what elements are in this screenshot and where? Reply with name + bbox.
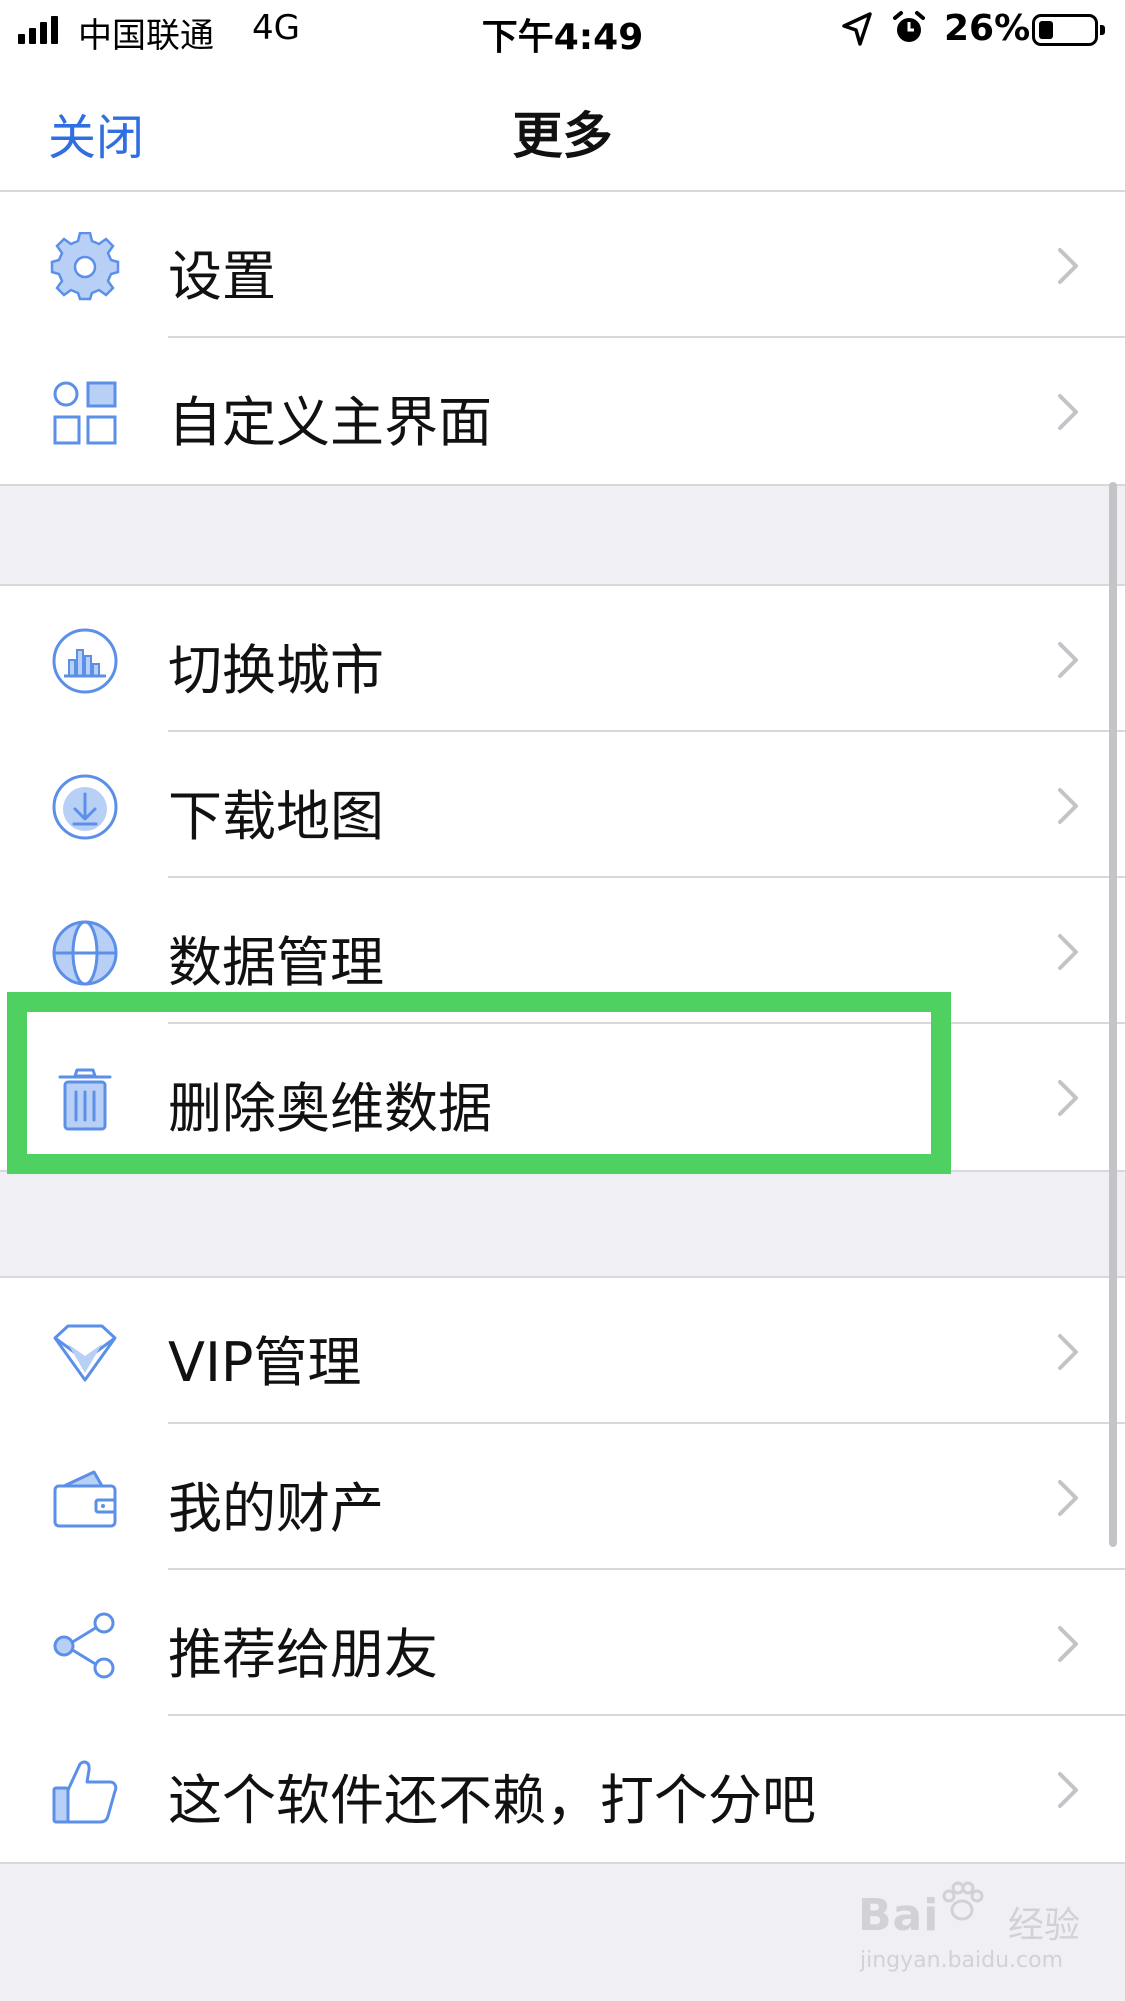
page-title: 更多 [512, 107, 613, 165]
menu-item-label: 删除奥维数据 [168, 1077, 492, 1140]
menu-item-delete-ovi-data[interactable]: 删除奥维数据 [0, 1024, 1125, 1170]
chevron-right-icon [1058, 1626, 1078, 1662]
paw-icon [942, 1881, 984, 1921]
watermark-brand: Bai [858, 1890, 940, 1941]
menu-item-label: 自定义主界面 [168, 391, 492, 454]
alarm-icon [893, 11, 925, 42]
diamond-icon [53, 1324, 117, 1382]
menu-item-settings[interactable]: 设置 [0, 192, 1125, 338]
menu-item-rate-app[interactable]: 这个软件还不赖，打个分吧 [0, 1716, 1125, 1862]
chevron-right-icon [1058, 1480, 1078, 1516]
menu-item-label: 我的财产 [168, 1477, 384, 1540]
chevron-right-icon [1058, 934, 1078, 970]
globe-icon [52, 920, 118, 986]
menu-item-download-map[interactable]: 下载地图 [0, 732, 1125, 878]
menu-item-vip-management[interactable]: VIP管理 [0, 1278, 1125, 1424]
watermark-url: jingyan.baidu.com [860, 1948, 1064, 1973]
menu-item-label: 切换城市 [168, 639, 384, 702]
chevron-right-icon [1058, 788, 1078, 824]
city-icon [52, 628, 118, 694]
menu-item-recommend-to-friends[interactable]: 推荐给朋友 [0, 1570, 1125, 1716]
menu-item-customize-home[interactable]: 自定义主界面 [0, 338, 1125, 484]
trash-icon [58, 1068, 112, 1131]
settings-group: 设置 自定义主界面 [0, 192, 1125, 486]
status-bar: 中国联通 4G 下午4:49 26% [0, 0, 1125, 60]
menu-item-label: 设置 [168, 245, 276, 308]
watermark-brand-suffix: 经验 [1008, 1905, 1081, 1946]
menu-item-label: VIP管理 [168, 1331, 362, 1394]
battery-fill [1039, 21, 1053, 39]
map-data-group: 切换城市 下载地图 数据管理 删除奥维数据 [0, 584, 1125, 1172]
grid-icon [53, 381, 117, 445]
menu-item-label: 推荐给朋友 [168, 1623, 438, 1686]
menu-item-label: 数据管理 [168, 931, 384, 994]
battery-percent: 26% [944, 8, 1031, 49]
thumbs-up-icon [52, 1760, 118, 1824]
share-icon [53, 1612, 115, 1679]
menu-item-label: 下载地图 [168, 785, 384, 848]
menu-item-my-assets[interactable]: 我的财产 [0, 1424, 1125, 1570]
location-arrow-icon [842, 12, 872, 46]
wallet-icon [53, 1470, 117, 1528]
gear-icon [50, 232, 120, 301]
account-group: VIP管理 我的财产 推荐给朋友 这个软件还不赖，打个分吧 [0, 1276, 1125, 1864]
chevron-right-icon [1058, 1772, 1078, 1808]
menu-item-switch-city[interactable]: 切换城市 [0, 586, 1125, 732]
battery-icon [1032, 14, 1105, 46]
download-icon [52, 774, 118, 840]
chevron-right-icon [1058, 248, 1078, 284]
chevron-right-icon [1058, 642, 1078, 678]
menu-item-label: 这个软件还不赖，打个分吧 [168, 1769, 816, 1832]
menu-item-data-management[interactable]: 数据管理 [0, 878, 1125, 1024]
watermark: Bai 经验 jingyan.baidu.com [858, 1880, 1108, 1990]
chevron-right-icon [1058, 1080, 1078, 1116]
chevron-right-icon [1058, 394, 1078, 430]
chevron-right-icon [1058, 1334, 1078, 1370]
nav-bar: 关闭 更多 [0, 60, 1125, 192]
scrollbar[interactable] [1109, 482, 1117, 1547]
